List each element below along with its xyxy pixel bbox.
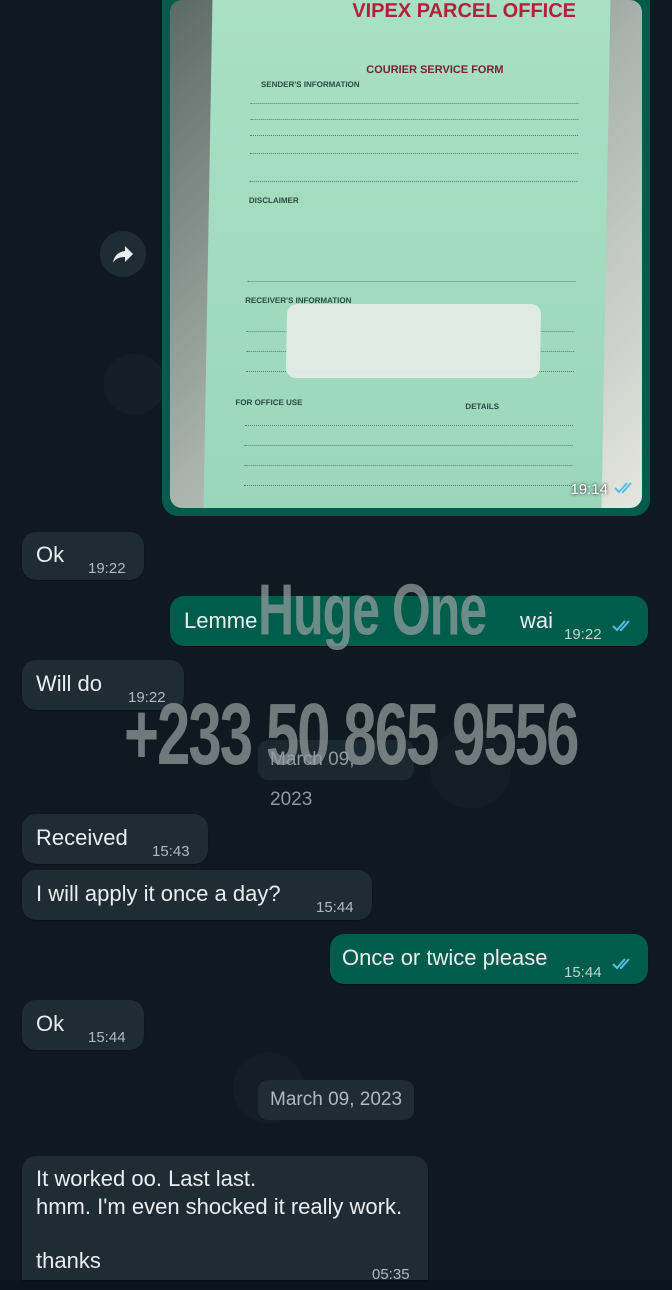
message-text: Will do — [36, 671, 103, 696]
form-paper: VIPEX PARCEL OFFICE COURIER SERVICE FORM… — [203, 0, 611, 508]
message-text: Received — [36, 825, 128, 850]
watermark-phone: +233 50 865 9556 — [124, 685, 579, 783]
message-line: thanks — [36, 1248, 101, 1273]
double-check-icon — [612, 958, 630, 970]
form-disclaimer: DISCLAIMER — [248, 196, 299, 205]
message-time: 15:43 — [152, 843, 190, 860]
forward-arrow-icon — [113, 246, 133, 263]
redacted-area — [285, 304, 542, 378]
message-time: 15:44 — [564, 964, 602, 981]
message-time: 05:35 — [372, 1266, 410, 1283]
form-office-use: FOR OFFICE USE — [235, 398, 303, 407]
message-line: It worked oo. Last last. — [36, 1166, 257, 1191]
date-separator-label: March 09, 2023 — [270, 1089, 403, 1110]
message-text: I will apply it once a day? — [36, 881, 281, 906]
message-text: Once or twice please — [342, 945, 548, 970]
message-bubble[interactable]: Ok 15:44 — [22, 1000, 144, 1050]
message-bubble[interactable]: Received 15:43 — [22, 814, 208, 864]
message-bubble[interactable]: Ok 19:22 — [22, 532, 144, 580]
date-separator: March 09, 2023 — [258, 1080, 415, 1120]
form-title: VIPEX PARCEL OFFICE — [352, 0, 577, 22]
courier-form-photo[interactable]: VIPEX PARCEL OFFICE COURIER SERVICE FORM… — [170, 0, 642, 508]
message-text-end: wai — [520, 608, 554, 633]
message-time: 15:44 — [88, 1029, 126, 1046]
message-line: hmm. I'm even shocked it really work. — [36, 1194, 403, 1219]
form-sender-heading: SENDER'S INFORMATION — [260, 80, 360, 89]
message-time: 19:14 — [570, 481, 608, 498]
message-text: Lemme — [184, 608, 258, 633]
message-time: 19:22 — [564, 626, 602, 643]
form-subtitle: COURIER SERVICE FORM — [366, 64, 504, 76]
double-check-icon — [612, 620, 630, 632]
double-check-icon — [614, 482, 632, 494]
message-text: Ok — [36, 542, 65, 567]
message-bubble[interactable]: Once or twice please 15:44 — [330, 934, 648, 984]
message-bubble[interactable]: It worked oo. Last last. hmm. I'm even s… — [22, 1156, 428, 1283]
message-bubble[interactable]: I will apply it once a day? 15:44 — [22, 870, 372, 920]
image-message[interactable]: VIPEX PARCEL OFFICE COURIER SERVICE FORM… — [162, 0, 650, 516]
forward-button[interactable] — [100, 231, 146, 277]
message-text: Ok — [36, 1011, 65, 1036]
message-time: 15:44 — [316, 899, 354, 916]
form-details: DETAILS — [465, 402, 500, 411]
message-time: 19:22 — [88, 560, 126, 577]
watermark-name: Huge One — [258, 569, 487, 651]
